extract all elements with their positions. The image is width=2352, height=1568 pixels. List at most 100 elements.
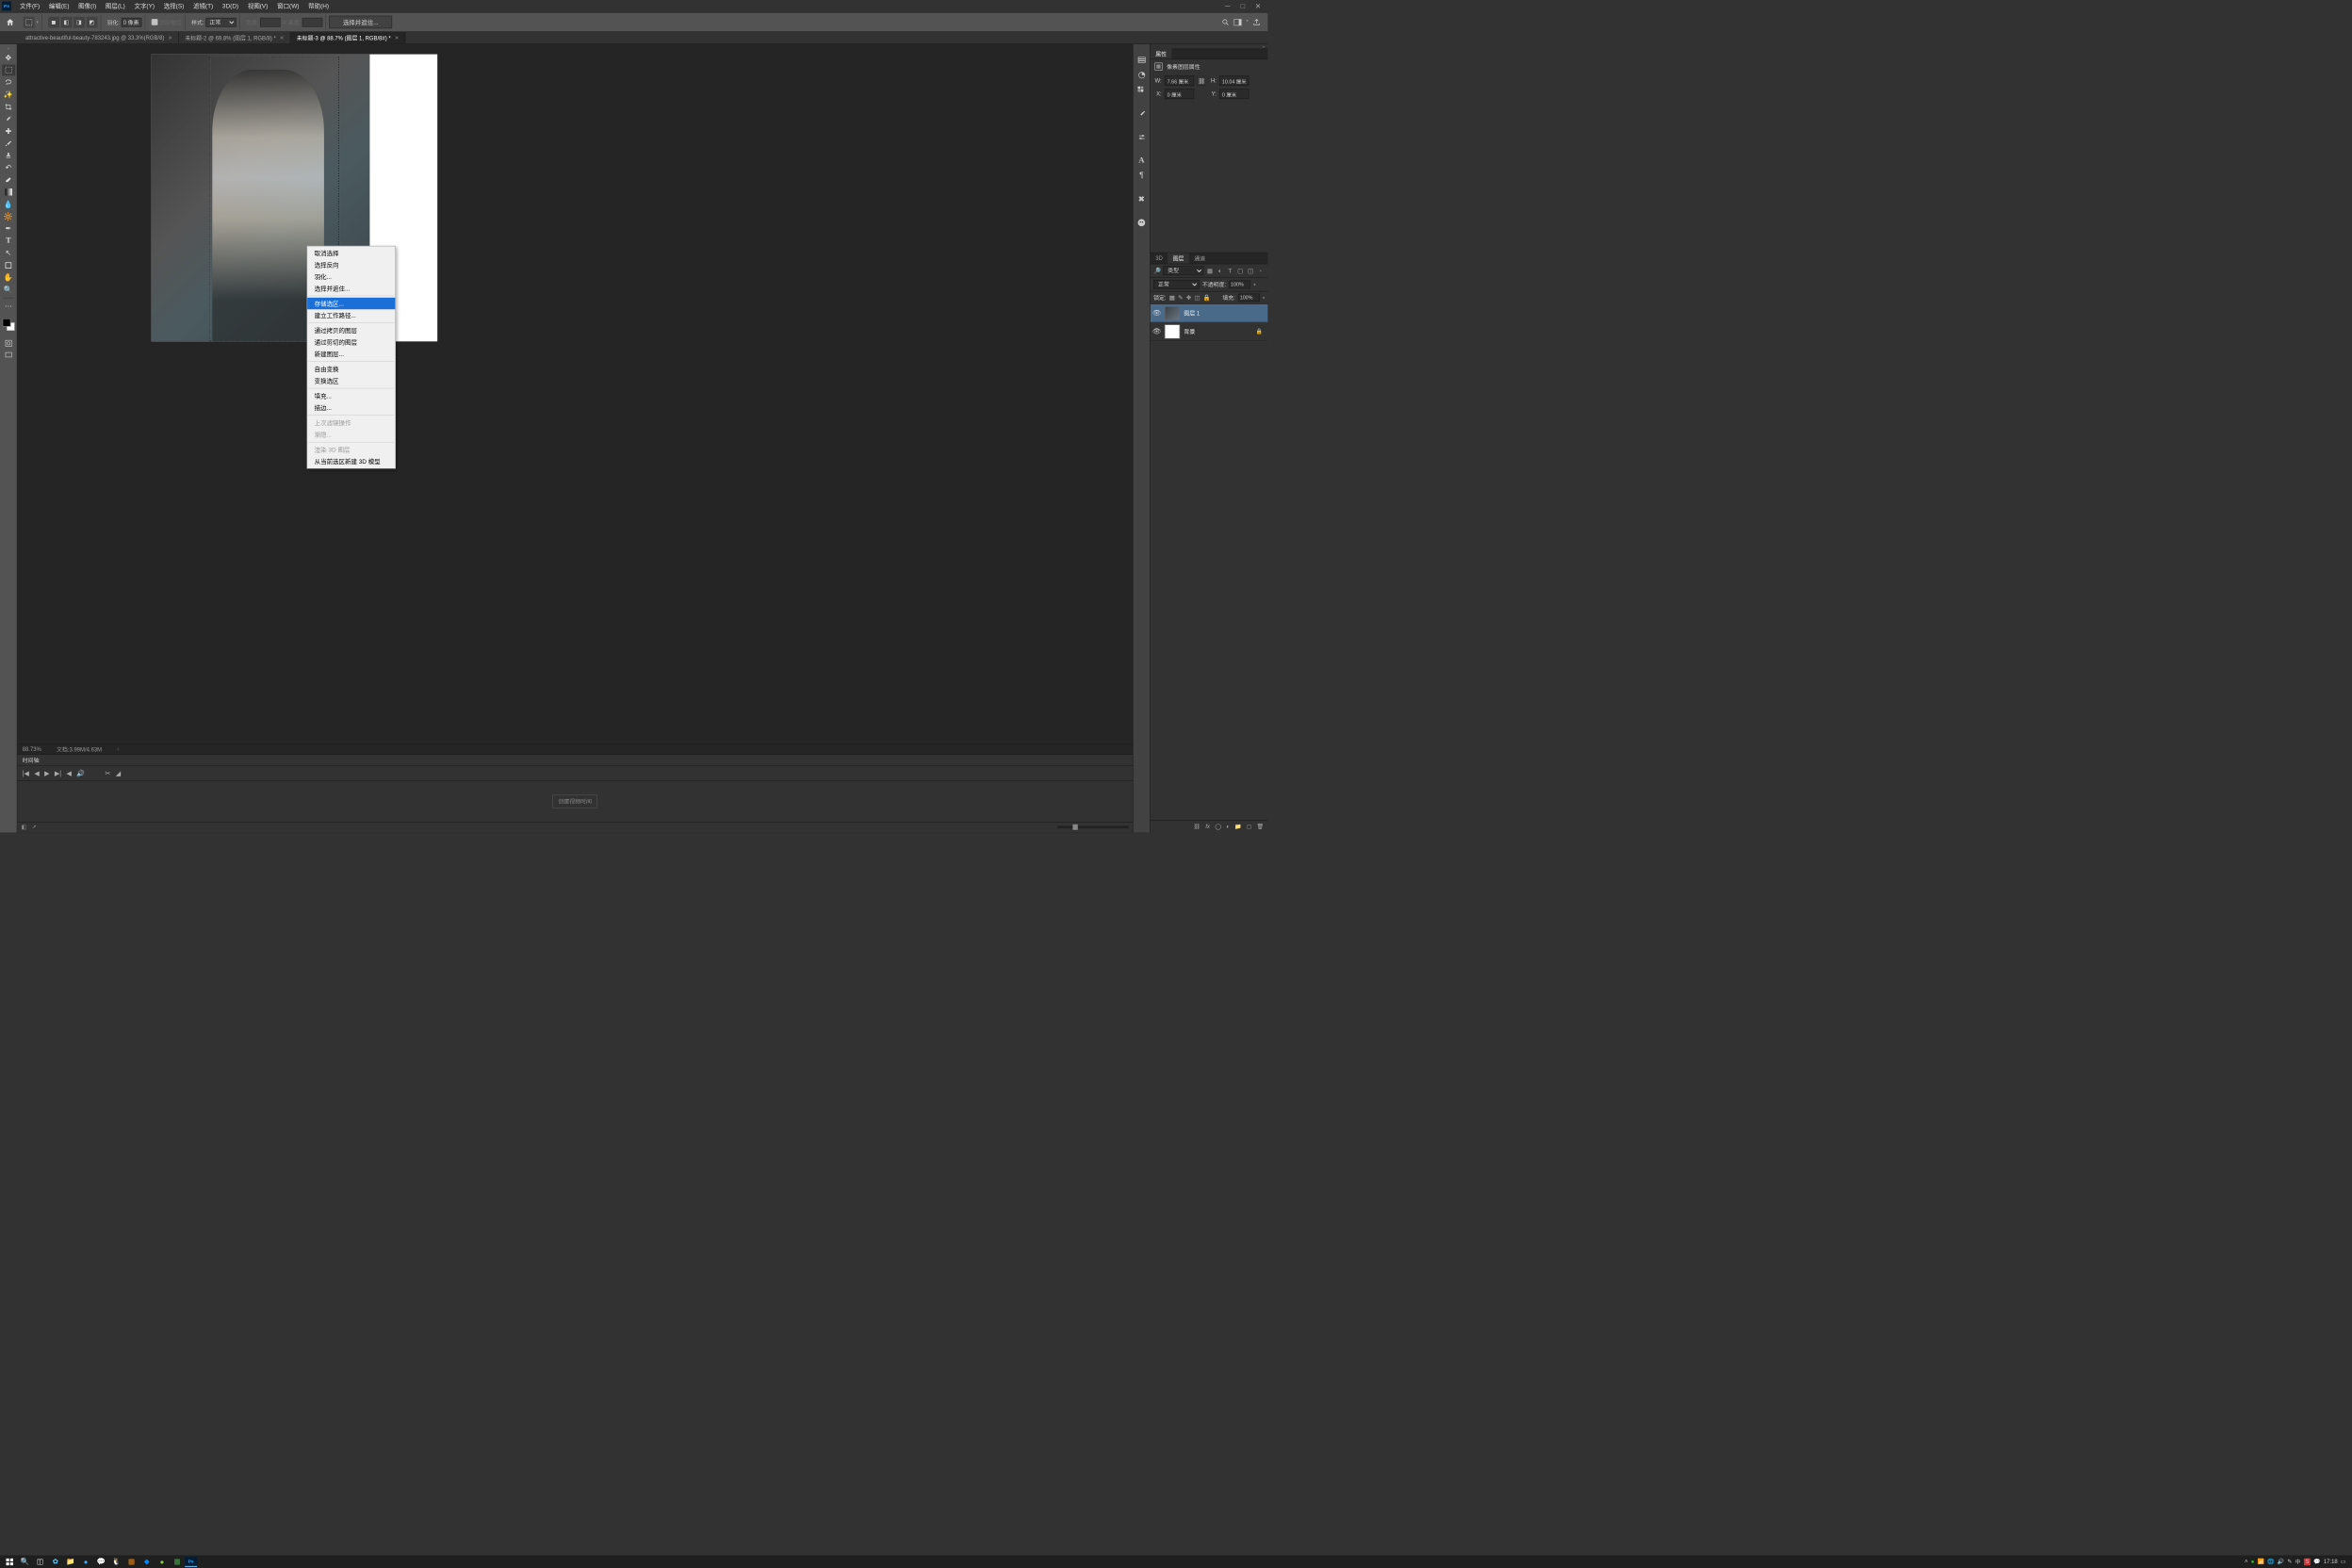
brush-settings-icon[interactable] [1135, 107, 1148, 121]
tray-net-icon[interactable]: 📶 [2258, 1559, 2264, 1565]
zoom-level[interactable]: 88.73% [23, 746, 41, 752]
cm-transform-selection[interactable]: 变换选区 [307, 375, 395, 386]
tl-next-icon[interactable]: ▶| [55, 769, 61, 777]
tl-transition-icon[interactable]: ◢ [116, 769, 121, 777]
shape-tool-icon[interactable] [2, 259, 15, 270]
share-icon[interactable] [1252, 18, 1261, 26]
taskbar-qq-icon[interactable]: 🐧 [108, 1556, 123, 1568]
color-panel-icon[interactable] [1135, 69, 1148, 82]
menu-layer[interactable]: 图层(L) [101, 0, 130, 12]
doc-tab-0[interactable]: attractive-beautiful-beauty-783243.jpg @… [19, 32, 178, 43]
cm-layer-via-copy[interactable]: 通过拷贝的图层 [307, 324, 395, 335]
foreground-color-swatch[interactable] [2, 318, 10, 327]
layer-mask-icon[interactable]: ◯ [1215, 824, 1221, 830]
tray-ime-icon[interactable]: S [2304, 1558, 2311, 1565]
prop-x-input[interactable] [1165, 89, 1194, 99]
filter-shape-icon[interactable]: ▢ [1236, 267, 1245, 275]
blend-mode-select[interactable]: 正常 [1153, 280, 1200, 289]
filter-adjust-icon[interactable]: ◐ [1216, 267, 1224, 275]
gradient-tool-icon[interactable] [2, 187, 15, 198]
taskbar-app4-icon[interactable]: ● [155, 1556, 170, 1568]
tray-pen-icon[interactable]: ✎ [2287, 1559, 2292, 1565]
blur-tool-icon[interactable]: 💧 [2, 199, 15, 210]
lock-position-icon[interactable]: ✥ [1186, 294, 1191, 302]
layer-thumbnail[interactable] [1165, 306, 1180, 320]
tl-split-icon[interactable]: ✂ [106, 769, 111, 777]
tl-play-icon[interactable]: ▶ [44, 769, 49, 777]
doc-size[interactable]: 文档:3.99M/4.63M [57, 745, 102, 754]
cm-make-work-path[interactable]: 建立工作路径... [307, 309, 395, 320]
menu-view[interactable]: 视图(V) [243, 0, 272, 12]
screen-mode-icon[interactable] [2, 350, 15, 361]
menu-edit[interactable]: 编辑(E) [44, 0, 74, 12]
selection-intersect-icon[interactable]: ◩ [86, 17, 97, 28]
taskbar-app3-icon[interactable]: ◆ [139, 1556, 155, 1568]
selection-new-icon[interactable]: ◼ [48, 17, 59, 28]
canvas-area[interactable]: 取消选择 选择反向 羽化... 选择并遮住... 存储选区... 建立工作路径.… [17, 44, 1133, 833]
stamp-tool-icon[interactable] [2, 150, 15, 161]
window-minimize-icon[interactable]: ─ [1220, 1, 1235, 11]
menu-3d[interactable]: 3D(D) [218, 0, 243, 12]
marquee-tool-icon[interactable] [24, 17, 35, 28]
layer-thumbnail[interactable] [1165, 324, 1180, 338]
character-panel-icon[interactable]: A [1135, 154, 1148, 167]
edit-toolbar-icon[interactable]: ⋯ [2, 301, 15, 312]
brush-tool-icon[interactable] [2, 138, 15, 149]
tl-zoom-slider[interactable] [1057, 825, 1128, 828]
filter-toggle-icon[interactable]: ▪ [1256, 267, 1265, 275]
layer-visibility-icon[interactable]: 👁 [1152, 327, 1161, 335]
cm-stroke[interactable]: 描边... [307, 401, 395, 413]
tray-time[interactable]: 17:18 [2324, 1559, 2338, 1564]
pen-tool-icon[interactable]: ✒ [2, 223, 15, 235]
properties-tab[interactable]: 属性 [1151, 48, 1172, 58]
eraser-tool-icon[interactable] [2, 174, 15, 186]
close-icon[interactable]: × [280, 34, 284, 41]
cm-layer-via-cut[interactable]: 通过剪切的图层 [307, 336, 395, 348]
dodge-tool-icon[interactable]: 🔆 [2, 211, 15, 222]
menu-type[interactable]: 文字(Y) [130, 0, 159, 12]
magic-wand-tool-icon[interactable]: ✨ [2, 89, 15, 100]
search-icon[interactable] [1222, 18, 1231, 26]
taskbar-app-icon[interactable]: ✿ [48, 1556, 63, 1568]
tray-up-icon[interactable]: ˄ [2245, 1559, 2247, 1564]
tl-first-icon[interactable]: |◀ [23, 769, 29, 777]
layer-fx-icon[interactable]: fx [1205, 824, 1210, 829]
layer-row[interactable]: 👁 图层 1 [1151, 304, 1268, 322]
search-taskbar-icon[interactable]: 🔍 [17, 1556, 32, 1568]
taskview-icon[interactable]: ◫ [32, 1556, 47, 1568]
tray-safe-icon[interactable]: ● [2251, 1559, 2255, 1564]
tl-prev-icon[interactable]: ◀ [34, 769, 39, 777]
new-layer-icon[interactable]: ◻ [1247, 824, 1251, 830]
filter-smart-icon[interactable]: ◫ [1247, 267, 1255, 275]
crop-tool-icon[interactable] [2, 101, 15, 112]
cm-new-3d-from-selection[interactable]: 从当前选区新建 3D 模型 [307, 455, 395, 466]
lock-pixels-icon[interactable]: ▦ [1169, 294, 1175, 302]
zoom-tool-icon[interactable]: 🔍 [2, 284, 15, 295]
lock-all-icon[interactable]: 🔒 [1203, 294, 1211, 302]
timeline-tab[interactable]: 时间轴 [17, 755, 44, 765]
prop-w-input[interactable] [1165, 75, 1194, 86]
tray-wifi-icon[interactable]: 🌐 [2267, 1559, 2274, 1565]
learn-panel-icon[interactable]: ✖ [1135, 192, 1148, 205]
filter-type-icon[interactable]: T [1226, 267, 1234, 275]
marquee-tool-icon[interactable] [2, 64, 15, 75]
create-timeline-button[interactable]: 创建视频时间 [552, 795, 596, 808]
move-tool-icon[interactable]: ✥ [2, 53, 15, 64]
history-panel-icon[interactable] [1135, 54, 1148, 67]
tl-footer-icon[interactable]: ◧ [22, 824, 27, 830]
cm-inverse[interactable]: 选择反向 [307, 259, 395, 270]
lasso-tool-icon[interactable] [2, 76, 15, 88]
layer-row[interactable]: 👁 背景 🔒 [1151, 322, 1268, 340]
tl-prev-frame-icon[interactable]: ◀ [66, 769, 71, 777]
layer-name[interactable]: 背景 [1184, 327, 1195, 335]
channels-tab[interactable]: 通道 [1189, 253, 1211, 263]
link-layers-icon[interactable]: ⛓ [1193, 824, 1200, 830]
paragraph-panel-icon[interactable]: ¶ [1135, 169, 1148, 182]
close-icon[interactable]: × [169, 34, 172, 41]
select-and-mask-button[interactable]: 选择并遮住... [329, 16, 392, 28]
history-brush-tool-icon[interactable]: ↶ [2, 162, 15, 173]
path-select-tool-icon[interactable]: ↖ [2, 247, 15, 258]
cm-free-transform[interactable]: 自由变换 [307, 363, 395, 374]
menu-help[interactable]: 帮助(H) [303, 0, 334, 12]
color-swatches[interactable] [2, 318, 14, 331]
